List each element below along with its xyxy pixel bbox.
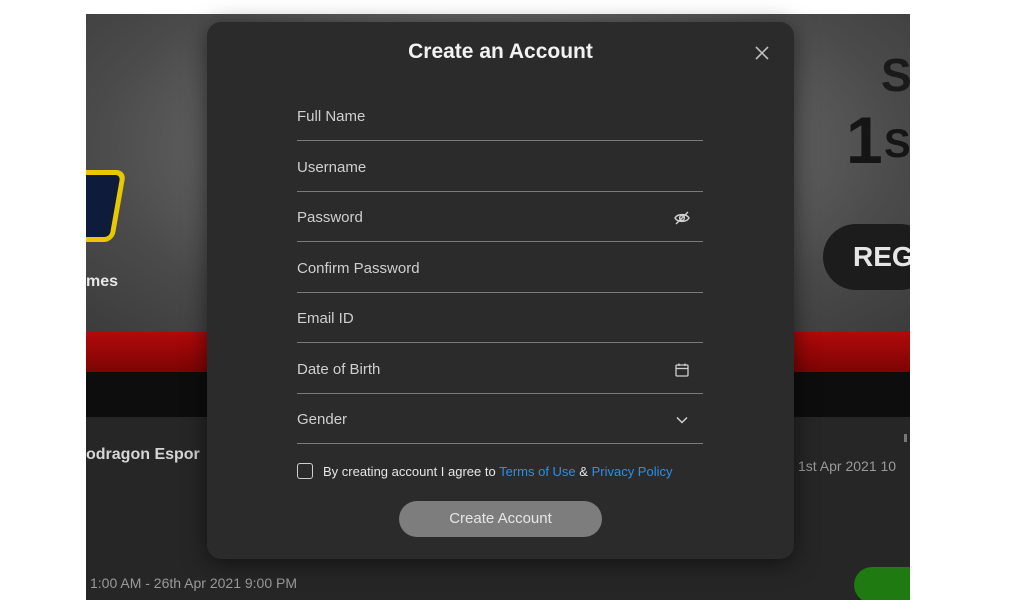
username-placeholder: Username (297, 159, 367, 176)
hero-right-letter: S (881, 49, 910, 101)
register-button[interactable]: REG (823, 224, 910, 290)
full-name-field[interactable]: Full Name (297, 106, 703, 141)
privacy-policy-link[interactable]: Privacy Policy (592, 464, 673, 479)
modal-title: Create an Account (408, 40, 593, 63)
terms-agreement-text: By creating account I agree to Terms of … (323, 464, 673, 479)
date-of-birth-placeholder: Date of Birth (297, 361, 381, 378)
hero-right-number: 1 (846, 103, 883, 177)
chevron-down-icon[interactable] (673, 411, 691, 429)
agreement-prefix: By creating account I agree to (323, 464, 500, 479)
email-placeholder: Email ID (297, 310, 354, 327)
event-date: 1st Apr 2021 10 (798, 458, 897, 474)
username-field[interactable]: Username (297, 157, 703, 192)
hero-left-text: mes (86, 273, 119, 290)
event-name: odragon Espor (86, 446, 200, 463)
date-of-birth-field[interactable]: Date of Birth (297, 359, 703, 394)
create-account-modal: Create an Account Full Name Username Pas… (207, 22, 794, 559)
terms-checkbox[interactable] (297, 463, 313, 479)
password-placeholder: Password (297, 209, 363, 226)
terms-agreement-row: By creating account I agree to Terms of … (297, 462, 717, 484)
email-field[interactable]: Email ID (297, 308, 703, 343)
terms-of-use-link[interactable]: Terms of Use (499, 464, 576, 479)
ampersand: & (575, 464, 592, 479)
gender-select[interactable]: Gender (297, 409, 703, 444)
eye-slash-icon[interactable] (673, 209, 691, 227)
password-field[interactable]: Password (297, 207, 703, 242)
full-name-placeholder: Full Name (297, 108, 366, 125)
green-action-button[interactable] (854, 567, 910, 600)
calendar-icon[interactable] (673, 361, 691, 379)
divider-mark (904, 434, 907, 442)
gender-placeholder: Gender (297, 411, 348, 428)
close-icon[interactable] (751, 42, 773, 64)
confirm-password-field[interactable]: Confirm Password (297, 258, 703, 293)
confirm-password-placeholder: Confirm Password (297, 260, 420, 277)
create-account-button[interactable]: Create Account (399, 501, 602, 537)
hero-right-letter-2: S (884, 122, 910, 166)
event-time-range: 1:00 AM - 26th Apr 2021 9:00 PM (90, 575, 298, 591)
